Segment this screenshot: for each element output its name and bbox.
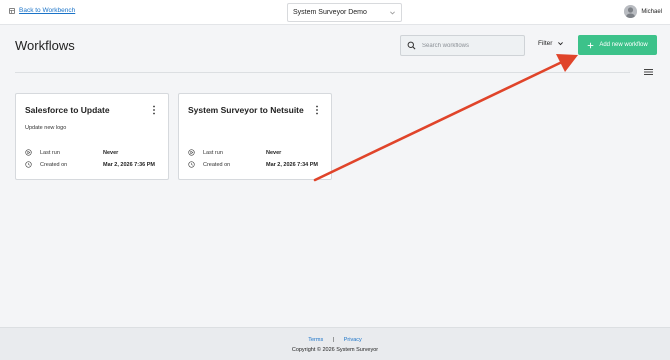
annotation-arrow (313, 54, 578, 182)
last-run-value: Never (103, 149, 119, 156)
more-vertical-icon[interactable] (315, 105, 319, 115)
more-vertical-icon[interactable] (152, 105, 156, 115)
play-circle-icon (188, 149, 195, 156)
last-run-value: Never (266, 149, 282, 156)
header-divider (15, 72, 630, 73)
footer: Terms | Privacy Copyright © 2026 System … (0, 327, 670, 360)
filter-button[interactable]: Filter (538, 40, 564, 47)
footer-separator: | (332, 337, 335, 343)
avatar (624, 5, 638, 18)
page-title: Workflows (15, 38, 75, 53)
created-on-label: Created on (203, 161, 231, 168)
search-input[interactable] (422, 42, 517, 49)
created-on-row: Created on Mar 2, 2026 7:36 PM (25, 161, 165, 168)
created-on-row: Created on Mar 2, 2026 7:34 PM (188, 161, 328, 168)
top-bar: Back to Workbench System Surveyor Demo M… (0, 0, 670, 25)
workflow-card-title: System Surveyor to Netsuite (188, 105, 304, 115)
clock-icon (188, 161, 195, 168)
copyright: Copyright © 2026 System Surveyor (291, 347, 379, 353)
clock-icon (25, 161, 32, 168)
workflow-card-description: Update new logo (25, 125, 67, 131)
add-new-workflow-label: Add new workflow (599, 42, 648, 48)
chevron-down-icon (557, 40, 564, 47)
workflow-card-title: Salesforce to Update (25, 105, 110, 115)
privacy-link[interactable]: Privacy (344, 337, 362, 343)
user-name: Michael (641, 8, 662, 15)
terms-link[interactable]: Terms (308, 337, 323, 343)
user-menu[interactable]: Michael (624, 5, 662, 18)
workflow-card[interactable]: System Surveyor to Netsuite Last run Nev… (178, 93, 332, 180)
footer-links: Terms | Privacy (0, 337, 670, 343)
back-to-workbench-icon (9, 7, 15, 14)
created-on-value: Mar 2, 2026 7:34 PM (266, 161, 318, 168)
add-new-workflow-button[interactable]: Add new workflow (578, 35, 657, 55)
search-box[interactable] (400, 35, 525, 56)
project-select[interactable]: System Surveyor Demo (287, 3, 402, 22)
chevron-down-icon (389, 9, 396, 16)
plus-icon (587, 42, 594, 49)
hamburger-menu-icon[interactable] (644, 68, 653, 76)
filter-label: Filter (538, 40, 553, 47)
play-circle-icon (25, 149, 32, 156)
search-icon (407, 41, 416, 50)
created-on-label: Created on (40, 161, 68, 168)
workflow-card[interactable]: Salesforce to Update Update new logo Las… (15, 93, 169, 180)
created-on-value: Mar 2, 2026 7:36 PM (103, 161, 155, 168)
last-run-label: Last run (203, 149, 223, 156)
last-run-label: Last run (40, 149, 60, 156)
back-to-workbench-label: Back to Workbench (19, 7, 76, 14)
last-run-row: Last run Never (25, 149, 165, 156)
last-run-row: Last run Never (188, 149, 328, 156)
back-to-workbench-link[interactable]: Back to Workbench (9, 7, 75, 14)
project-select-value: System Surveyor Demo (293, 9, 367, 16)
